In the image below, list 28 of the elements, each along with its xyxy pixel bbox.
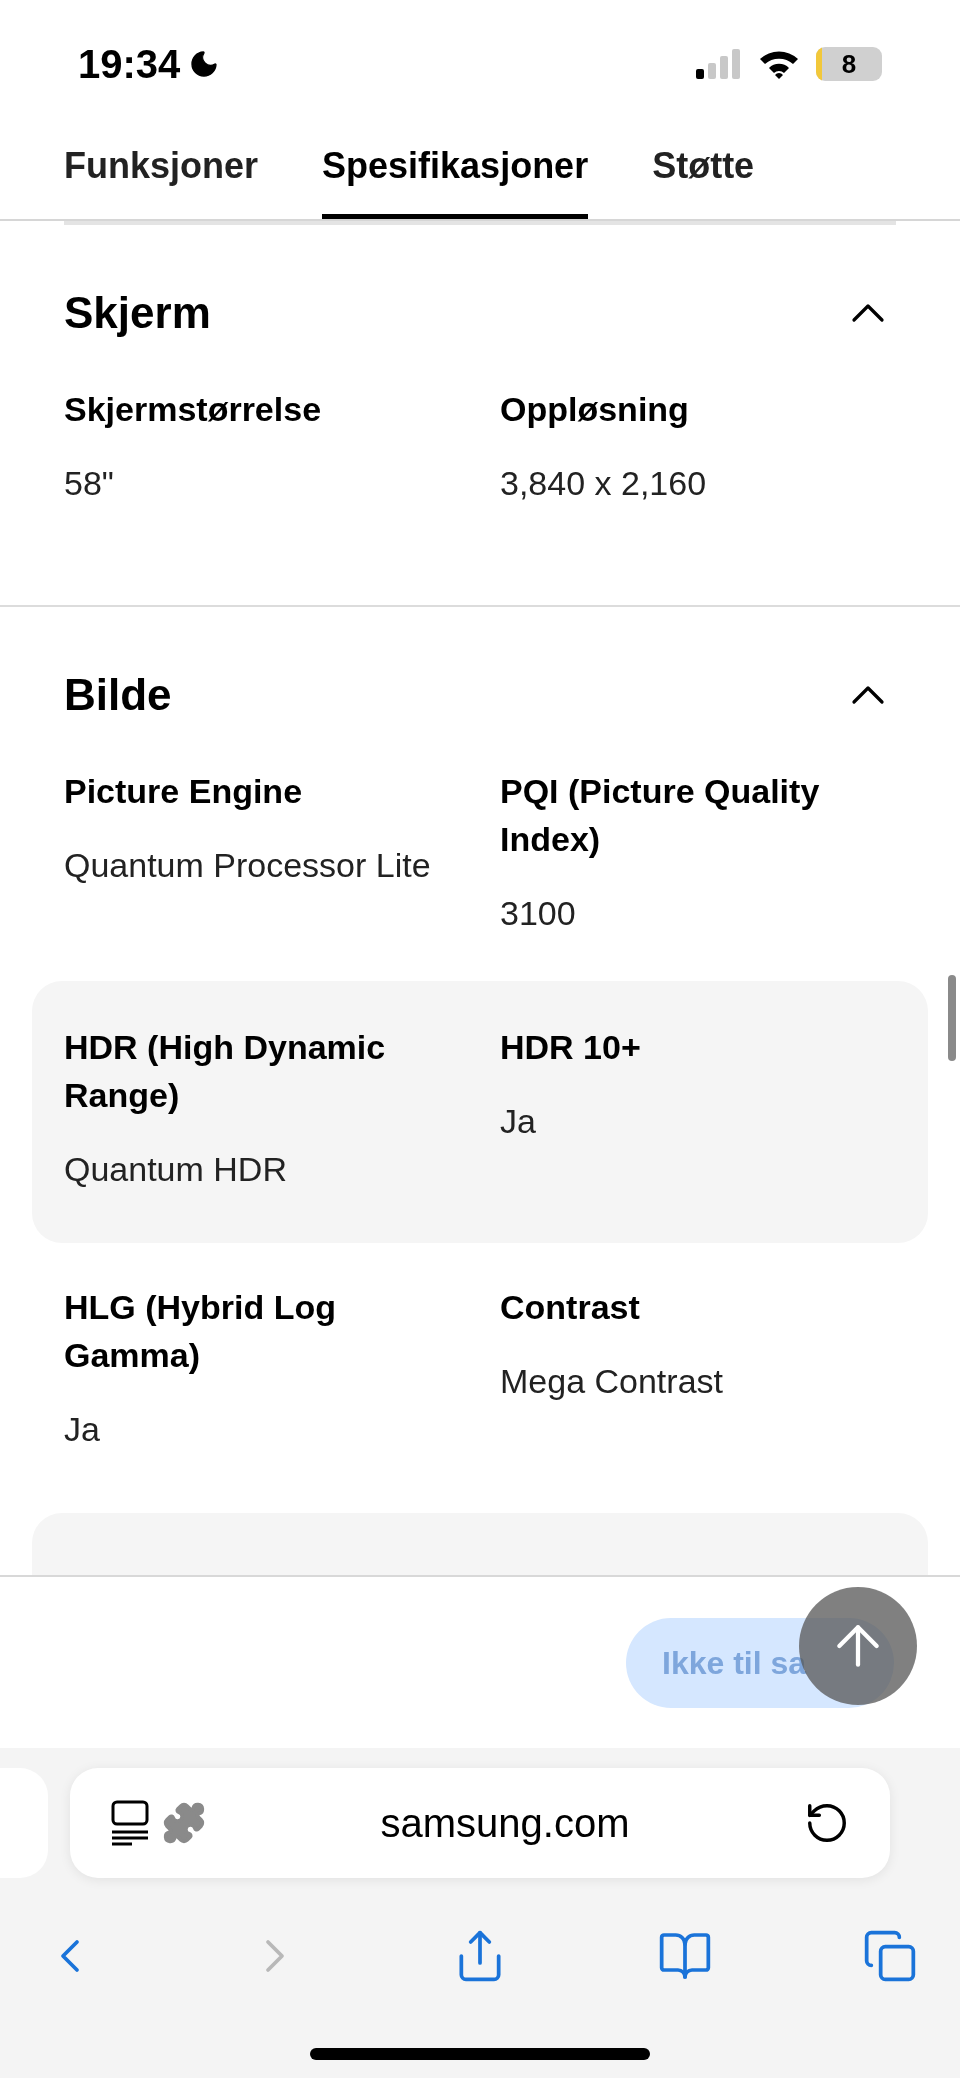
spec-value: Quantum HDR xyxy=(64,1149,288,1190)
spec-value: Ja xyxy=(500,1101,537,1142)
section-title: Bilde xyxy=(64,669,172,721)
spec-label: HDR 10+ xyxy=(500,1027,642,1068)
signal-icon xyxy=(696,49,742,79)
url-text: samsung.com xyxy=(379,1800,631,1847)
spec-label: HDR (High Dynamic Range) xyxy=(64,1027,387,1116)
tab[interactable]: Funksjoner xyxy=(64,148,259,219)
battery-icon: 8 xyxy=(816,47,882,81)
spec-value: Ja xyxy=(64,1409,101,1450)
tab[interactable]: Støtte xyxy=(652,148,755,219)
section-title: Skjerm xyxy=(64,287,211,339)
spec-label: Oppløsning xyxy=(500,389,690,430)
spec-value: 3100 xyxy=(500,893,577,934)
spec-label: Contrast xyxy=(500,1287,641,1328)
spec-value: Mega Contrast xyxy=(500,1361,724,1402)
reader-icon xyxy=(110,1800,150,1846)
extension-icon xyxy=(162,1801,206,1845)
spec-value: Quantum Processor Lite xyxy=(64,845,432,886)
spec-value: 58" xyxy=(64,463,115,504)
spec-label: Skjermstørrelse xyxy=(64,389,323,430)
wifi-icon xyxy=(758,49,800,79)
address-bar[interactable]: samsung.com xyxy=(70,1768,890,1878)
status-time: 19:34 xyxy=(78,41,181,88)
spec-label: HLG (Hybrid Log Gamma) xyxy=(64,1287,337,1376)
spec-value: 3,840 x 2,160 xyxy=(500,463,708,504)
spec-label: Picture Engine xyxy=(64,771,304,812)
spec-label: PQI (Picture Quality Index) xyxy=(500,771,821,860)
